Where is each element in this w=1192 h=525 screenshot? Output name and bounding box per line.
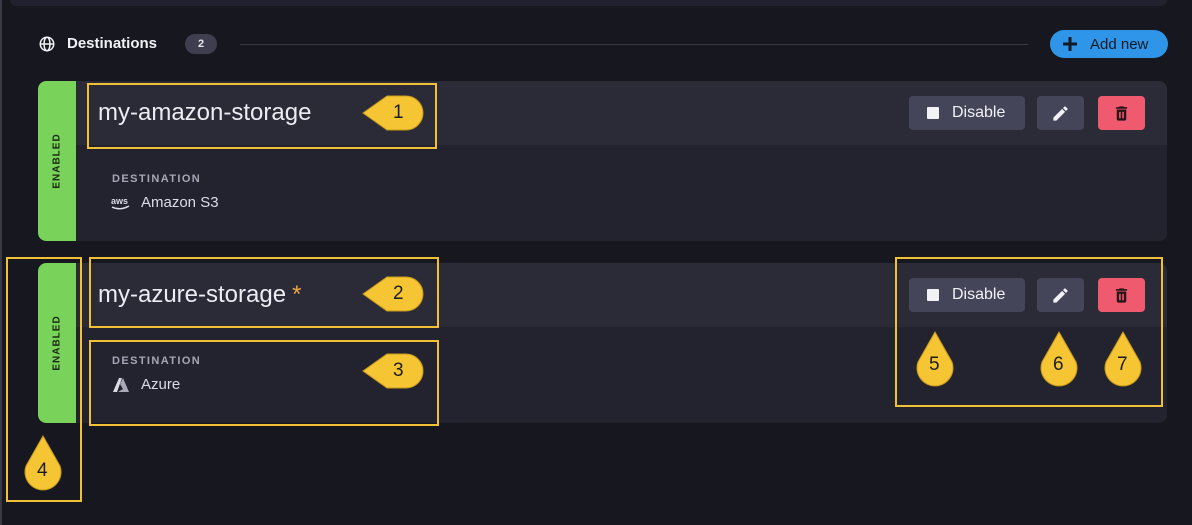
disable-label: Disable (952, 286, 1006, 303)
azure-icon (113, 378, 129, 392)
disable-button[interactable]: Disable (909, 96, 1025, 130)
status-label: ENABLED (51, 133, 63, 189)
destinations-section-header: Destinations 2 Add new (38, 30, 1168, 58)
destination-type-label: DESTINATION (112, 173, 202, 185)
status-strip: ENABLED (38, 81, 76, 241)
callout-marker-2: 2 (361, 275, 425, 313)
trash-icon (1115, 106, 1128, 121)
aws-icon: aws (111, 196, 130, 210)
callout-number: 1 (393, 102, 404, 123)
destination-type-value: Azure (141, 376, 181, 393)
trash-icon (1115, 288, 1128, 303)
callout-number: 5 (929, 354, 940, 375)
callout-marker-6: 6 (1038, 330, 1080, 388)
callout-marker-3: 3 (361, 352, 425, 390)
callout-marker-4: 4 (22, 434, 64, 492)
section-title: Destinations (67, 35, 158, 52)
disable-label: Disable (952, 104, 1006, 121)
section-divider (240, 44, 1028, 45)
modified-asterisk: * (292, 281, 302, 308)
edit-button[interactable] (1037, 278, 1084, 312)
disable-button[interactable]: Disable (909, 278, 1025, 312)
destination-type-label: DESTINATION (112, 355, 202, 367)
delete-button[interactable] (1098, 96, 1145, 130)
destination-name-text: my-amazon-storage (98, 99, 312, 126)
stop-square-icon (927, 107, 939, 119)
callout-number: 2 (393, 283, 404, 304)
destination-card-azure: ENABLED my-azure-storage * Disable DESTIN… (38, 263, 1167, 423)
callout-marker-1: 1 (361, 94, 425, 132)
plus-icon (1063, 37, 1077, 51)
status-label: ENABLED (51, 315, 63, 371)
add-new-button[interactable]: Add new (1050, 30, 1168, 58)
pencil-icon (1053, 288, 1068, 303)
destination-name[interactable]: my-amazon-storage (98, 99, 317, 127)
add-new-label: Add new (1090, 36, 1149, 53)
pencil-icon (1053, 106, 1068, 121)
stop-square-icon (927, 289, 939, 301)
callout-number: 4 (37, 460, 48, 481)
previous-section-panel (10, 0, 1167, 6)
destination-type-value: Amazon S3 (141, 194, 219, 211)
destinations-count-badge: 2 (185, 34, 217, 54)
edit-button[interactable] (1037, 96, 1084, 130)
globe-icon (39, 36, 55, 52)
delete-button[interactable] (1098, 278, 1145, 312)
callout-number: 7 (1117, 354, 1128, 375)
callout-marker-5: 5 (914, 330, 956, 388)
window-left-border (0, 0, 2, 525)
status-strip: ENABLED (38, 263, 76, 423)
callout-number: 3 (393, 360, 404, 381)
svg-text:aws: aws (111, 196, 128, 206)
destination-name[interactable]: my-azure-storage * (98, 281, 301, 309)
destination-card-amazon: ENABLED my-amazon-storage Disable DESTIN… (38, 81, 1167, 241)
destination-name-text: my-azure-storage (98, 281, 287, 308)
callout-number: 6 (1053, 354, 1064, 375)
callout-marker-7: 7 (1102, 330, 1144, 388)
